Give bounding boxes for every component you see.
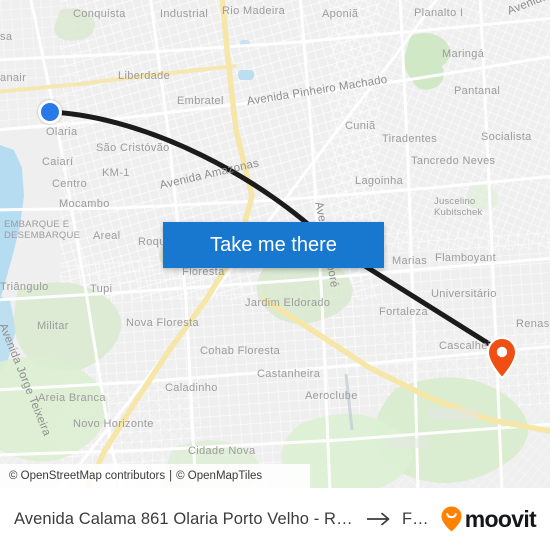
moovit-pin-icon: [441, 506, 462, 532]
osm-attribution-link[interactable]: © OpenStreetMap contributors: [9, 470, 165, 482]
moovit-logo[interactable]: moovit: [441, 505, 537, 533]
origin-marker[interactable]: [38, 100, 62, 124]
map-attribution: © OpenStreetMap contributors | © OpenMap…: [0, 464, 310, 488]
trip-destination-text: F…: [402, 509, 429, 528]
take-me-there-label: Take me there: [210, 233, 337, 256]
moovit-trip-map-screen: Conquista Industrial Rio Madeira Aponiã Plan…: [0, 0, 550, 550]
take-me-there-button[interactable]: Take me there: [163, 222, 384, 268]
trip-origin-text: Avenida Calama 861 Olaria Porto Velho - …: [14, 509, 359, 528]
moovit-wordmark: moovit: [464, 505, 537, 532]
arrow-right-icon: [367, 512, 393, 526]
map-container[interactable]: Conquista Industrial Rio Madeira Aponiã Plan…: [0, 0, 550, 488]
destination-marker[interactable]: [486, 336, 518, 380]
openmaptiles-attribution-link[interactable]: © OpenMapTiles: [176, 470, 262, 482]
bottom-trip-bar: Avenida Calama 861 Olaria Porto Velho - …: [0, 488, 550, 550]
attribution-separator: |: [169, 470, 173, 482]
